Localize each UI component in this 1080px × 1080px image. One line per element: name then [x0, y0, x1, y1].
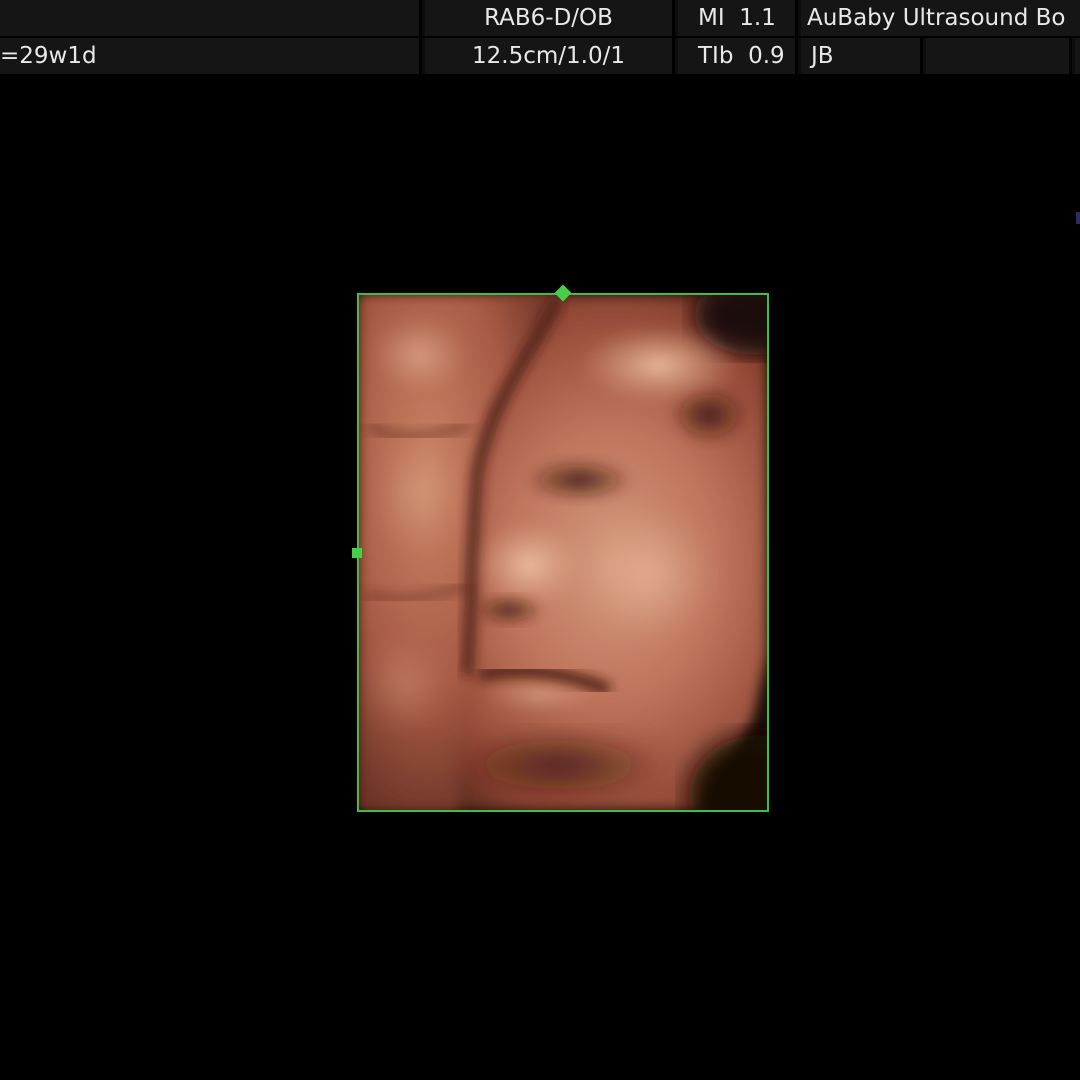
render-roi-box[interactable] — [357, 293, 769, 812]
header-row-1: RAB6-D/OB MI 1.1 AuBaby Ultrasound Bo — [0, 0, 1080, 36]
institution-name: AuBaby Ultrasound Bo — [801, 0, 1080, 36]
operator-initials: JB — [801, 38, 923, 74]
thermal-index-bone: TIb 0.9 — [678, 38, 798, 74]
mi-value: 1.1 — [739, 5, 776, 31]
tib-label: TIb — [698, 43, 734, 69]
mechanical-index: MI 1.1 — [678, 0, 798, 36]
depth-settings: 12.5cm/1.0/1 — [425, 38, 675, 74]
header-cell-blank — [0, 0, 422, 36]
header-cell-blank-2 — [926, 38, 1072, 74]
fetal-face-render — [359, 295, 767, 810]
probe-preset: RAB6-D/OB — [425, 0, 675, 36]
header-cell-blank-3 — [1075, 38, 1080, 74]
edge-indicator — [1076, 212, 1080, 224]
tib-value: 0.9 — [748, 43, 785, 69]
header-row-2: =29w1d 12.5cm/1.0/1 TIb 0.9 JB — [0, 38, 1080, 74]
gestational-age: =29w1d — [0, 38, 422, 74]
roi-left-handle[interactable] — [352, 548, 362, 558]
mi-label: MI — [698, 5, 725, 31]
